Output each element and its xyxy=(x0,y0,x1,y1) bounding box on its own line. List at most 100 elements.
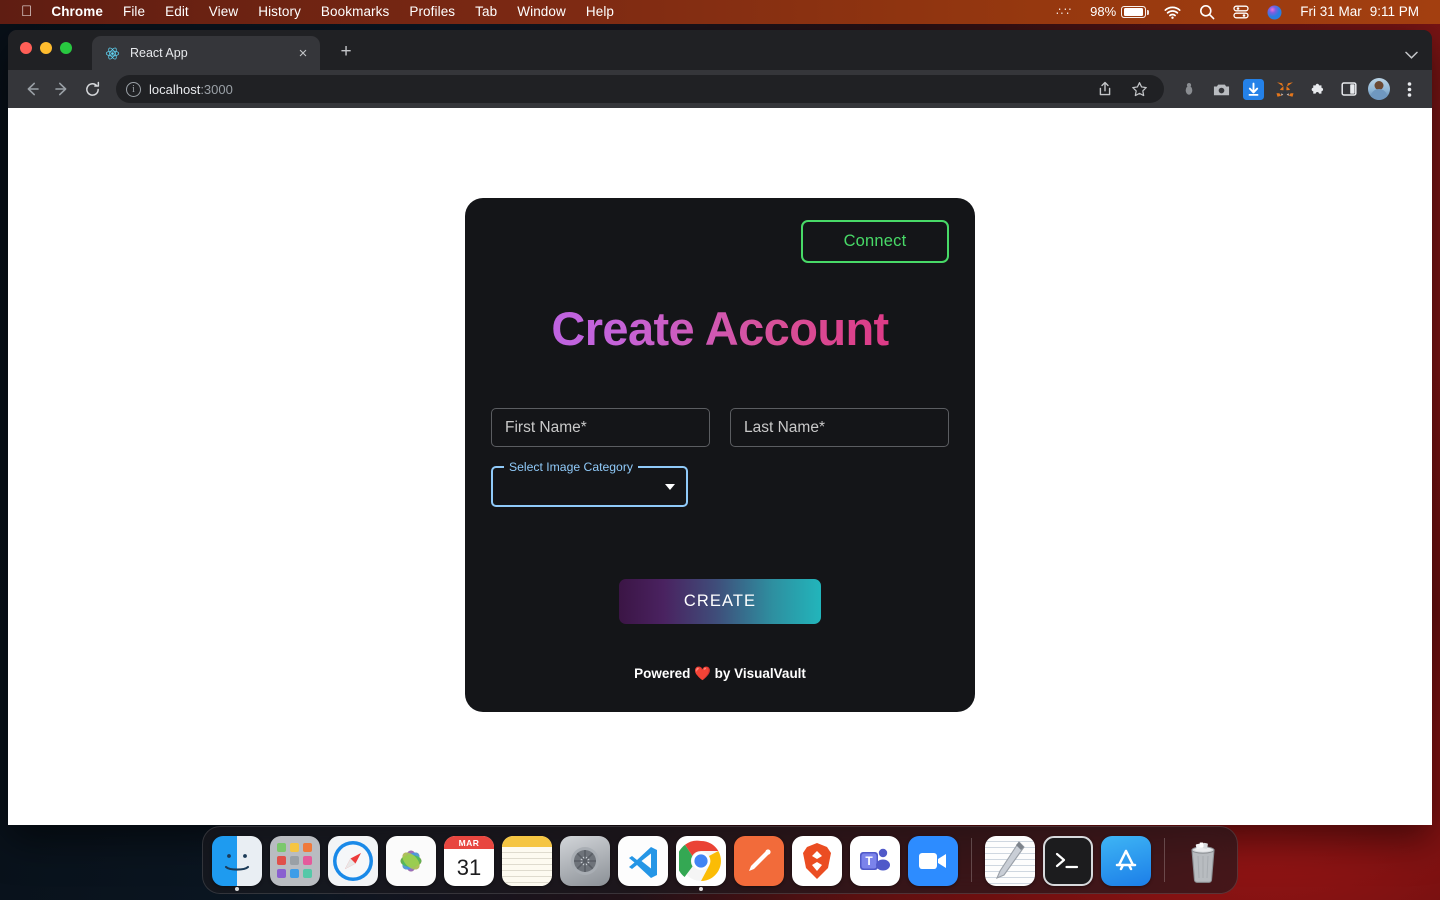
browser-tab-title: React App xyxy=(130,46,188,60)
address-bar[interactable]: i localhost:3000 xyxy=(116,75,1164,103)
bug-icon[interactable] xyxy=(1176,76,1202,102)
chrome-icon xyxy=(676,836,726,886)
puzzle-piece-icon[interactable] xyxy=(1304,76,1330,102)
share-icon[interactable] xyxy=(1092,76,1118,102)
image-category-select[interactable]: Select Image Category xyxy=(491,460,688,507)
arrow-left-icon[interactable] xyxy=(18,75,46,103)
window-zoom-button[interactable] xyxy=(60,42,72,54)
new-tab-button[interactable]: + xyxy=(332,38,360,66)
menu-item-window[interactable]: Window xyxy=(507,0,576,24)
dock-separator xyxy=(1164,838,1165,882)
dock-item-teams[interactable]: T xyxy=(849,834,901,886)
menu-bar-app-menus:  Chrome File Edit View History Bookmark… xyxy=(0,0,624,24)
name-fields-row xyxy=(491,408,949,447)
dock-item-launchpad[interactable] xyxy=(269,834,321,886)
close-icon[interactable]: × xyxy=(294,44,312,62)
menu-item-edit[interactable]: Edit xyxy=(155,0,199,24)
wifi-icon[interactable] xyxy=(1155,6,1190,19)
dock-separator xyxy=(971,838,972,882)
apple-logo-icon[interactable]:  xyxy=(12,0,41,24)
camera-icon[interactable] xyxy=(1208,76,1234,102)
dock-item-system-preferences[interactable] xyxy=(559,834,611,886)
siri-icon[interactable] xyxy=(1258,5,1291,20)
dock-item-photos[interactable] xyxy=(385,834,437,886)
image-category-label: Select Image Category xyxy=(504,460,638,474)
powered-by-footer: Powered ❤️ by VisualVault xyxy=(634,666,806,681)
side-panel-icon[interactable] xyxy=(1336,76,1362,102)
dock-item-trash[interactable] xyxy=(1177,834,1229,886)
dock-item-zoom[interactable] xyxy=(907,834,959,886)
finder-icon xyxy=(212,836,262,886)
dock-item-chrome[interactable] xyxy=(675,834,727,891)
menu-bar-status-items: ∴∵ 98% Fri 31 Mar 9:11 PM xyxy=(1047,0,1440,24)
reload-icon[interactable] xyxy=(78,75,106,103)
dock-item-brave[interactable] xyxy=(791,834,843,886)
spotlight-search-icon[interactable] xyxy=(1190,4,1224,20)
menu-item-profiles[interactable]: Profiles xyxy=(399,0,465,24)
dock-item-vscode[interactable] xyxy=(617,834,669,886)
first-name-field xyxy=(491,408,710,447)
arrow-right-icon[interactable] xyxy=(48,75,76,103)
download-icon[interactable] xyxy=(1240,76,1266,102)
battery-percent-label: 98% xyxy=(1090,4,1117,19)
menu-item-tab[interactable]: Tab xyxy=(465,0,507,24)
address-bar-url: localhost:3000 xyxy=(149,82,233,97)
menu-item-history[interactable]: History xyxy=(248,0,311,24)
page-title: Create Account xyxy=(491,301,949,356)
dock-item-notes[interactable] xyxy=(501,834,553,886)
calendar-day: 31 xyxy=(456,854,482,880)
page-viewport: Connect Create Account Select Image Cate… xyxy=(8,108,1432,825)
star-icon[interactable] xyxy=(1126,76,1152,102)
menu-bar-date[interactable]: Fri 31 Mar xyxy=(1291,0,1368,24)
dock-item-safari[interactable] xyxy=(327,834,379,886)
teams-icon: T xyxy=(850,836,900,886)
dock-item-app-store[interactable] xyxy=(1100,834,1152,886)
three-dot-menu-icon[interactable] xyxy=(1396,76,1422,102)
calendar-month: MAR xyxy=(444,836,494,849)
create-account-form: Select Image Category xyxy=(491,408,949,507)
terminal-icon xyxy=(1043,836,1093,886)
control-center-icon[interactable] xyxy=(1224,5,1258,19)
chevron-down-icon[interactable] xyxy=(665,483,675,490)
safari-icon xyxy=(328,836,378,886)
window-close-button[interactable] xyxy=(20,42,32,54)
menu-item-file[interactable]: File xyxy=(113,0,155,24)
last-name-field xyxy=(730,408,949,447)
dock-item-terminal[interactable] xyxy=(1042,834,1094,886)
browser-extension-icons xyxy=(1176,76,1422,102)
create-button-row: CREATE xyxy=(491,579,949,624)
dock-item-finder[interactable] xyxy=(211,834,263,891)
menu-item-bookmarks[interactable]: Bookmarks xyxy=(311,0,399,24)
avatar[interactable] xyxy=(1368,76,1390,102)
browser-tab-react-app[interactable]: React App × xyxy=(92,36,320,70)
menu-item-chrome[interactable]: Chrome xyxy=(41,0,113,24)
window-minimize-button[interactable] xyxy=(40,42,52,54)
menu-bar-clock[interactable]: 9:11 PM xyxy=(1368,0,1428,24)
dock-item-calendar[interactable]: MAR 31 xyxy=(443,834,495,886)
launchpad-icon xyxy=(270,836,320,886)
tab-search-chevron-down-icon[interactable] xyxy=(1405,48,1432,70)
trash-icon xyxy=(1178,836,1228,886)
system-preferences-icon xyxy=(560,836,610,886)
dock-item-textedit[interactable] xyxy=(984,834,1036,886)
dots-icon[interactable]: ∴∵ xyxy=(1047,0,1081,24)
macos-menu-bar:  Chrome File Edit View History Bookmark… xyxy=(0,0,1440,24)
info-circle-icon[interactable]: i xyxy=(126,81,141,97)
app-store-icon xyxy=(1101,836,1151,886)
dock-item-postman[interactable] xyxy=(733,834,785,886)
omnibox-actions xyxy=(1092,76,1154,102)
connect-button[interactable]: Connect xyxy=(801,220,949,263)
menu-item-view[interactable]: View xyxy=(199,0,248,24)
running-indicator xyxy=(699,887,703,891)
create-button[interactable]: CREATE xyxy=(619,579,821,624)
macos-dock: MAR 31 T xyxy=(202,826,1238,894)
photos-icon xyxy=(386,836,436,886)
last-name-input[interactable] xyxy=(730,408,949,447)
create-account-card: Connect Create Account Select Image Cate… xyxy=(465,198,975,712)
textedit-icon xyxy=(985,836,1035,886)
battery-status[interactable]: 98% xyxy=(1081,0,1155,24)
metamask-fox-icon[interactable] xyxy=(1272,76,1298,102)
menu-item-help[interactable]: Help xyxy=(576,0,624,24)
svg-text:T: T xyxy=(865,854,873,868)
first-name-input[interactable] xyxy=(491,408,710,447)
